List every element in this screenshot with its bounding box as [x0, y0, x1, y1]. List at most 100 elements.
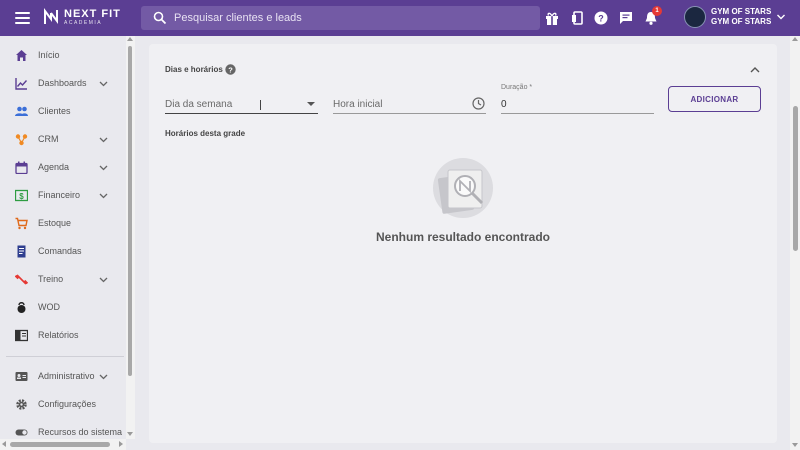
svg-text:$: $ [19, 192, 24, 201]
text-cursor [260, 100, 261, 110]
search-input[interactable] [174, 12, 514, 24]
calendar-icon [15, 161, 28, 174]
scroll-down-arrow[interactable] [127, 432, 133, 436]
scrollbar-thumb[interactable] [793, 106, 798, 251]
sidebar-item-comandas[interactable]: Comandas [0, 238, 126, 264]
chevron-down-icon [99, 81, 108, 86]
scrollbar-thumb[interactable] [128, 46, 132, 376]
account-unit: GYM OF STARS [711, 17, 772, 26]
sidebar-item-label: Estoque [38, 218, 72, 228]
sidebar-item-wod[interactable]: WOD [0, 294, 126, 320]
avatar [684, 6, 706, 28]
duration-label: Duração * [501, 84, 533, 91]
sidebar-item-crm[interactable]: CRM [0, 126, 126, 152]
scroll-up-arrow[interactable] [127, 37, 133, 41]
sidebar-divider [6, 356, 124, 357]
clock-icon[interactable] [472, 97, 485, 110]
sidebar-item-configuracoes[interactable]: Configurações [0, 391, 126, 417]
sidebar-item-financeiro[interactable]: $ Financeiro [0, 182, 126, 208]
duration-value: 0 [501, 99, 507, 110]
logo-subtitle: ACADEMIA [64, 19, 103, 26]
dropdown-arrow-icon [307, 102, 315, 106]
sidebar-vertical-scrollbar[interactable] [126, 36, 135, 439]
sidebar-item-clientes[interactable]: Clientes [0, 98, 126, 124]
sidebar-item-label: Recursos do sistema [38, 427, 123, 437]
kettlebell-icon [17, 301, 26, 313]
chat-icon[interactable] [618, 10, 634, 26]
menu-icon[interactable] [15, 12, 30, 24]
logo[interactable]: NEXT FIT ACADEMIA [42, 8, 121, 26]
sidebar-item-inicio[interactable]: Início [0, 42, 126, 68]
chevron-down-icon [99, 277, 108, 282]
account-menu[interactable]: GYM OF STARS GYM OF STARS [684, 6, 786, 28]
start-time-field[interactable]: Hora inicial [333, 94, 486, 114]
sidebar-item-label: Financeiro [38, 190, 81, 200]
empty-state-illustration [433, 158, 493, 218]
account-name: GYM OF STARS [711, 7, 772, 16]
cart-icon [15, 217, 28, 229]
help-icon[interactable]: ? [593, 10, 609, 26]
sidebar-item-administrativo[interactable]: Administrativo [0, 363, 126, 389]
money-icon: $ [15, 189, 28, 201]
schedule-list-title: Horários desta grade [165, 129, 246, 138]
scroll-right-arrow[interactable] [119, 441, 123, 447]
sidebar-item-label: Clientes [38, 106, 71, 116]
sidebar-item-label: Treino [38, 274, 64, 284]
sidebar-item-label: Administrativo [38, 371, 95, 381]
duration-field[interactable]: Duração * 0 [501, 84, 654, 114]
chevron-down-icon [99, 165, 108, 170]
scrollbar-thumb[interactable] [10, 442, 110, 447]
section-title: Dias e horários [165, 65, 223, 74]
top-header: NEXT FIT ACADEMIA ? 1 GYM OF STARS GYM O [0, 0, 800, 36]
sidebar-horizontal-scrollbar[interactable] [0, 439, 126, 450]
sidebar-item-label: Comandas [38, 246, 82, 256]
scroll-up-arrow[interactable] [792, 37, 798, 41]
search-box[interactable] [141, 6, 540, 30]
sidebar-item-recursos-do-sistema[interactable]: Recursos do sistema [0, 419, 126, 439]
search-icon [153, 11, 167, 25]
sidebar-item-label: WOD [38, 302, 60, 312]
sidebar-item-estoque[interactable]: Estoque [0, 210, 126, 236]
chevron-down-icon [99, 193, 108, 198]
chevron-up-icon[interactable] [749, 64, 761, 76]
gift-icon[interactable] [544, 10, 560, 26]
id-card-icon [15, 371, 28, 381]
sidebar-item-agenda[interactable]: Agenda [0, 154, 126, 180]
sidebar-item-treino[interactable]: Treino [0, 266, 126, 292]
page-vertical-scrollbar[interactable] [790, 36, 800, 450]
sidebar-item-label: Agenda [38, 162, 70, 172]
sidebar-item-label: CRM [38, 134, 59, 144]
scroll-left-arrow[interactable] [2, 441, 6, 447]
weekday-placeholder: Dia da semana [165, 99, 233, 110]
schedule-card: Dias e horários ? Dia da semana Hora ini… [149, 44, 777, 443]
logo-name: NEXT FIT [64, 7, 121, 20]
sidebar-item-label: Início [38, 50, 60, 60]
weekday-select[interactable]: Dia da semana [165, 94, 318, 114]
empty-state-message: Nenhum resultado encontrado [375, 230, 551, 244]
notification-badge: 1 [652, 6, 662, 16]
sidebar-item-relatorios[interactable]: Relatórios [0, 322, 126, 348]
chevron-down-icon [99, 374, 108, 379]
dumbbell-icon [15, 273, 28, 285]
phone-icon[interactable] [569, 10, 585, 26]
sidebar-item-label: Dashboards [38, 78, 87, 88]
scroll-down-arrow[interactable] [792, 443, 798, 447]
chevron-down-icon [777, 14, 786, 20]
sidebar-item-label: Relatórios [38, 330, 79, 340]
help-icon[interactable]: ? [225, 64, 236, 75]
report-icon [15, 329, 28, 341]
receipt-icon [17, 245, 26, 257]
people-icon [15, 106, 28, 116]
sidebar-item-dashboards[interactable]: Dashboards [0, 70, 126, 96]
svg-text:?: ? [598, 14, 604, 24]
home-icon [16, 49, 27, 61]
crm-icon [15, 133, 28, 145]
next-fit-logo-icon [44, 8, 58, 24]
add-button[interactable]: ADICIONAR [668, 86, 761, 112]
chevron-down-icon [99, 137, 108, 142]
start-time-placeholder: Hora inicial [333, 99, 383, 110]
chart-line-icon [15, 77, 28, 90]
svg-text:?: ? [228, 66, 233, 75]
toggle-icon [15, 429, 28, 435]
sidebar: Início Dashboards Clientes CRM Agenda $ … [0, 36, 126, 439]
